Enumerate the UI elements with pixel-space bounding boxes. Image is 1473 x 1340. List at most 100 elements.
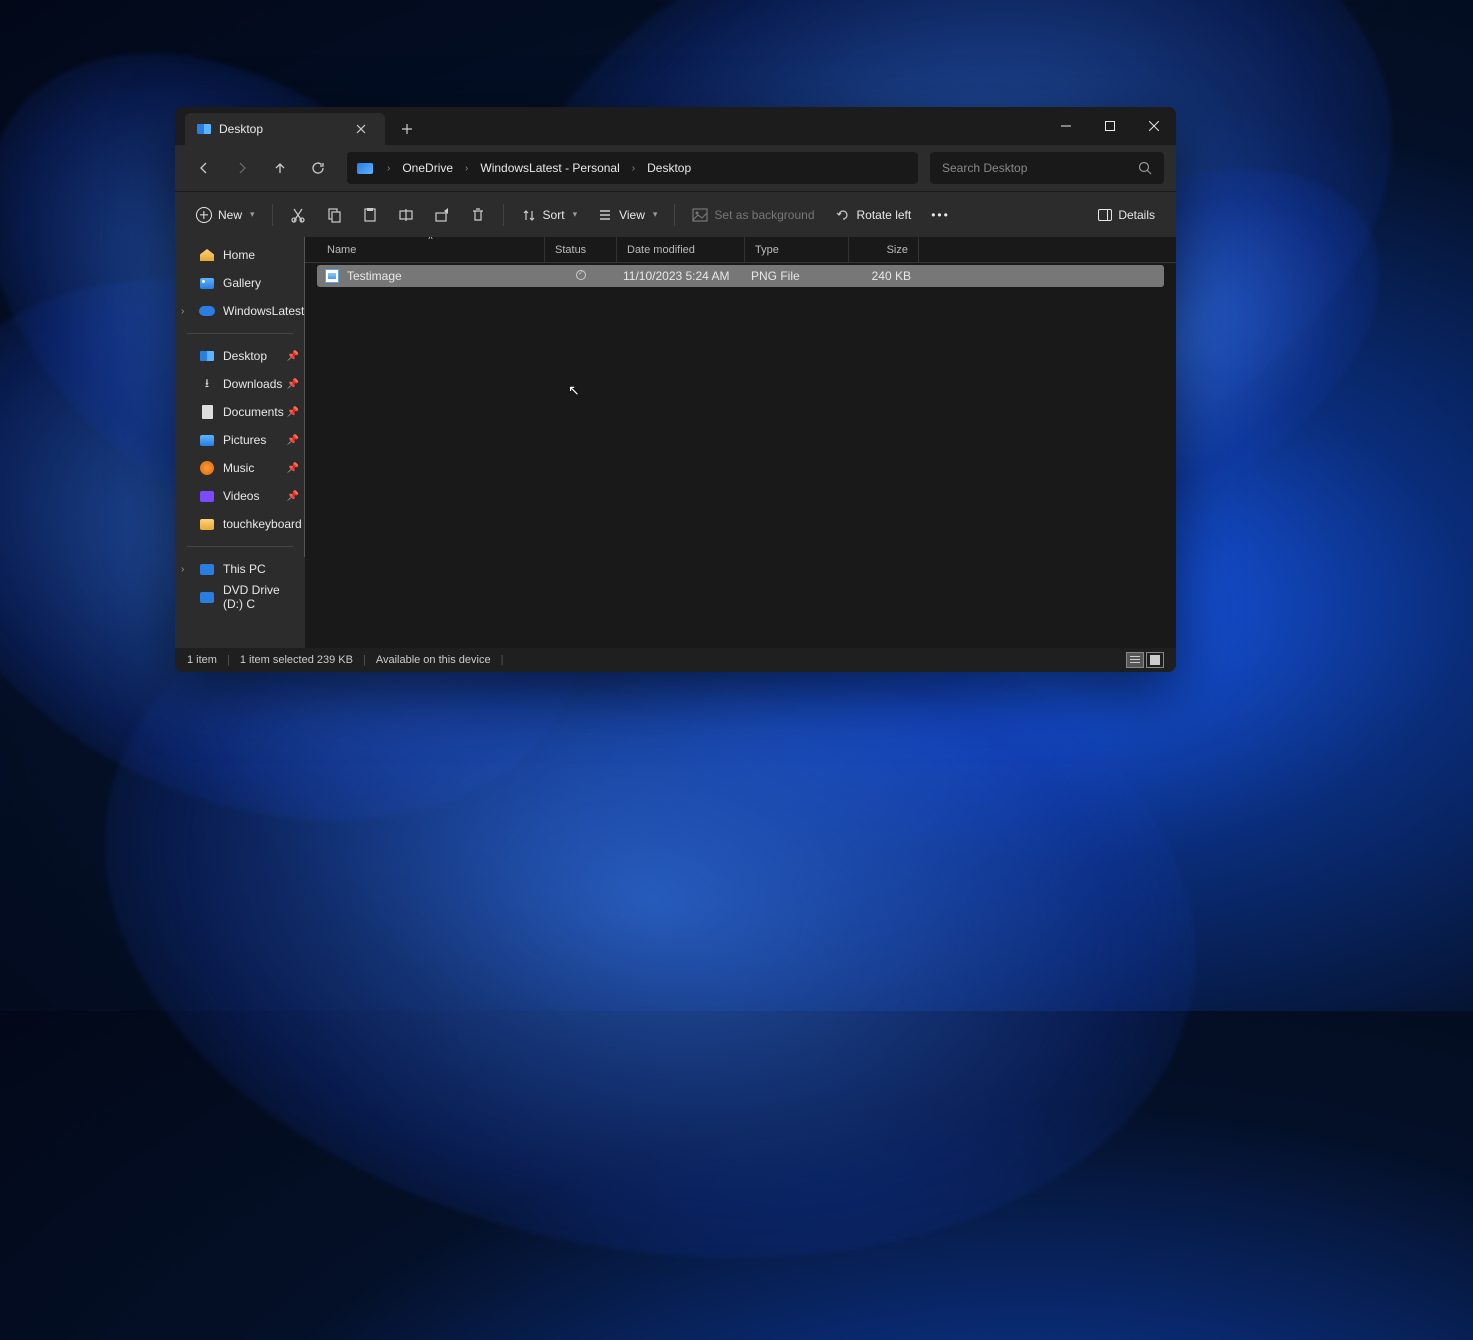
chevron-right-icon[interactable]: › [181,306,184,317]
toolbar: New ▾ Sort ▾ View ▾ Set as background Ro… [175,191,1176,237]
cloud-icon [199,306,215,316]
forward-button[interactable] [225,151,259,185]
delete-button[interactable] [461,199,495,231]
search-input[interactable] [942,161,1138,175]
sidebar-item-pictures[interactable]: Pictures📌 [175,426,305,454]
rotate-icon [835,207,851,223]
column-type[interactable]: Type [745,237,849,262]
close-window-button[interactable] [1132,107,1176,145]
column-date[interactable]: Date modified [617,237,745,262]
sidebar-item-videos[interactable]: Videos📌 [175,482,305,510]
search-icon [1138,161,1152,175]
thumbnail-view-button[interactable] [1146,652,1164,668]
separator [187,333,293,334]
maximize-button[interactable] [1088,107,1132,145]
file-row[interactable]: Testimage 11/10/2023 5:24 AM PNG File 24… [317,265,1164,287]
minimize-button[interactable] [1044,107,1088,145]
sidebar-item-downloads[interactable]: ⭳Downloads📌 [175,370,305,398]
arrow-right-icon [235,161,249,175]
sidebar-item-touchkeyboard[interactable]: touchkeyboard [175,510,305,538]
share-icon [434,207,450,223]
breadcrumb[interactable]: › OneDrive › WindowsLatest - Personal › … [347,152,918,184]
navbar: › OneDrive › WindowsLatest - Personal › … [175,145,1176,191]
sidebar-item-music[interactable]: Music📌 [175,454,305,482]
more-icon: ••• [931,208,950,222]
chevron-right-icon: › [459,163,474,174]
back-button[interactable] [187,151,221,185]
sidebar-label: Documents [223,405,284,419]
details-button[interactable]: Details [1089,199,1164,231]
sidebar-item-home[interactable]: Home [175,241,305,269]
breadcrumb-segment-personal[interactable]: WindowsLatest - Personal [478,161,621,175]
sidebar-item-desktop[interactable]: Desktop 📌 [175,342,305,370]
file-explorer-window: Desktop › OneDrive › WindowsLatest - Per… [175,107,1176,672]
document-icon [202,405,213,419]
pin-icon: 📌 [287,351,299,362]
sidebar-label: Videos [223,489,259,503]
desktop-icon [200,351,214,361]
file-area: Name^ Status Date modified Type Size Tes… [305,237,1176,648]
sidebar-item-gallery[interactable]: Gallery [175,269,305,297]
set-background-label: Set as background [714,208,814,222]
copy-icon [326,207,342,223]
chevron-right-icon: › [626,163,641,174]
close-icon [356,124,366,134]
chevron-down-icon: ▾ [653,209,658,220]
rename-icon [398,207,414,223]
copy-button[interactable] [317,199,351,231]
chevron-right-icon: › [381,163,396,174]
sort-label: Sort [543,208,565,222]
rotate-label: Rotate left [857,208,912,222]
dvd-icon [200,592,214,603]
chevron-right-icon[interactable]: › [181,564,184,575]
share-button[interactable] [425,199,459,231]
column-status[interactable]: Status [545,237,617,262]
view-label: View [619,208,645,222]
sidebar-resize-handle[interactable] [301,237,305,648]
more-button[interactable]: ••• [922,199,959,231]
view-toggles [1126,652,1164,668]
sidebar-item-dvd[interactable]: DVD Drive (D:) C [175,583,305,611]
column-name[interactable]: Name^ [317,237,545,262]
breadcrumb-segment-desktop[interactable]: Desktop [645,161,693,175]
pc-icon [200,564,214,575]
cut-button[interactable] [281,199,315,231]
delete-icon [470,207,486,223]
view-button[interactable]: View ▾ [588,199,666,231]
separator: | [501,654,504,666]
new-tab-button[interactable] [393,115,421,143]
close-tab-button[interactable] [347,115,375,143]
sort-button[interactable]: Sort ▾ [512,199,587,231]
rotate-button[interactable]: Rotate left [826,199,921,231]
sidebar-label: Pictures [223,433,266,447]
separator: | [227,654,230,666]
rename-button[interactable] [389,199,423,231]
paste-button[interactable] [353,199,387,231]
sort-ascending-icon: ^ [428,237,432,244]
column-size[interactable]: Size [849,237,919,262]
sidebar-item-documents[interactable]: Documents📌 [175,398,305,426]
file-list[interactable]: Testimage 11/10/2023 5:24 AM PNG File 24… [305,263,1176,648]
set-background-button[interactable]: Set as background [683,199,823,231]
sidebar-label: Desktop [223,349,267,363]
separator [674,204,675,226]
home-icon [200,249,214,261]
sidebar-item-windowslatest[interactable]: ›WindowsLatest [175,297,305,325]
up-button[interactable] [263,151,297,185]
details-view-button[interactable] [1126,652,1144,668]
plus-icon [401,123,413,135]
searchbox[interactable] [930,152,1164,184]
tab-desktop[interactable]: Desktop [185,113,385,145]
gallery-icon [200,278,214,289]
refresh-button[interactable] [301,151,335,185]
maximize-icon [1105,121,1115,131]
new-button[interactable]: New ▾ [187,199,264,231]
sidebar-item-thispc[interactable]: ›This PC [175,555,305,583]
pin-icon: 📌 [287,379,299,390]
pin-icon: 📌 [287,407,299,418]
separator [272,204,273,226]
separator [503,204,504,226]
breadcrumb-segment-onedrive[interactable]: OneDrive [400,161,455,175]
file-type: PNG File [745,269,849,283]
tab-title: Desktop [219,122,339,136]
